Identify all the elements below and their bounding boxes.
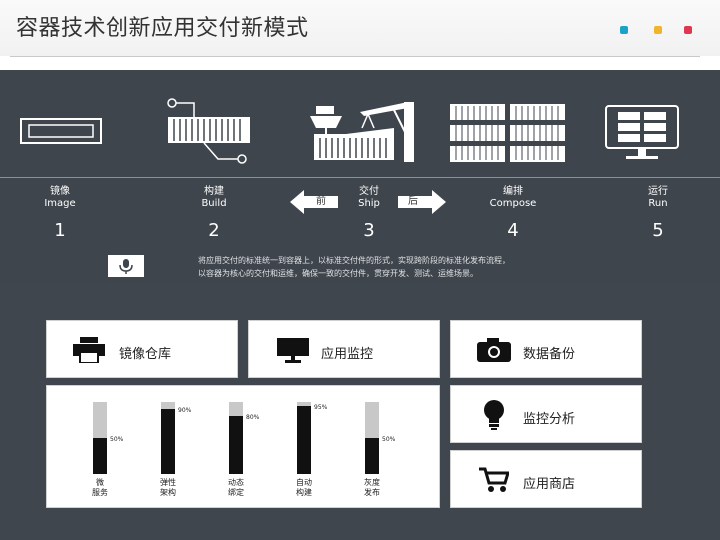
- card-app-store[interactable]: 应用商店: [450, 450, 642, 508]
- bar-fill: [297, 406, 311, 474]
- bar-track: [229, 402, 243, 474]
- bar-value-label: 90%: [178, 407, 192, 414]
- container-build-icon: [167, 98, 250, 164]
- step-label-cn: 构建: [204, 186, 224, 197]
- monitor-run-icon: [605, 105, 679, 159]
- bar-category-label: 弹性 架构: [160, 478, 176, 497]
- bar-track: [93, 402, 107, 474]
- step-label-en: Compose: [489, 198, 537, 209]
- card-image-registry[interactable]: 镜像仓库: [46, 320, 238, 378]
- bar-track: [161, 402, 175, 474]
- page-title: 容器技术创新应用交付新模式: [16, 16, 309, 41]
- step-label-en: Image: [44, 198, 76, 209]
- step-image: 镜像 Image 1: [15, 186, 105, 242]
- shopping-cart-icon: [479, 467, 509, 492]
- bar-value-label: 50%: [110, 436, 124, 443]
- decor-dot-red: [684, 26, 692, 34]
- pipeline-divider: [0, 177, 720, 178]
- title-divider: [10, 56, 700, 57]
- bar-fill: [365, 438, 379, 474]
- description: 将应用交付的标准统一到容器上，以标准交付件的形式，实现跨阶段的标准化发布流程， …: [198, 254, 618, 280]
- bar-fill: [93, 438, 107, 474]
- bar-category-label: 自动 构建: [296, 478, 312, 497]
- printer-icon: [73, 337, 105, 363]
- card-label: 应用商店: [523, 477, 576, 492]
- step-label-en: Build: [201, 198, 227, 209]
- step-label-cn: 运行: [648, 186, 668, 197]
- crane-ship-icon: [310, 102, 414, 162]
- step-build: 构建 Build 2: [169, 186, 259, 242]
- bar-value-label: 50%: [382, 436, 396, 443]
- card-capability-chart: 50% 微服务 90% 弹性 架构 80% 动态 绑定 95% 自动 构建 50% 灰度 发布: [46, 385, 440, 508]
- step-number: 5: [652, 220, 664, 241]
- next-label: 后: [408, 196, 418, 207]
- decor-dot-yellow: [654, 26, 662, 34]
- microphone-icon: [119, 259, 133, 274]
- step-label-cn: 镜像: [50, 186, 70, 197]
- camera-icon: [477, 338, 511, 362]
- decor-dot-cyan: [620, 26, 628, 34]
- prev-label: 前: [316, 196, 326, 207]
- bar-category-label: 微服务: [92, 478, 108, 497]
- card-data-backup[interactable]: 数据备份: [450, 320, 642, 378]
- image-frame-icon: [20, 118, 102, 144]
- step-number: 1: [54, 220, 66, 241]
- bar-fill: [161, 409, 175, 474]
- bar-track: [365, 402, 379, 474]
- card-label: 应用监控: [321, 347, 374, 362]
- card-monitor-analysis[interactable]: 监控分析: [450, 385, 642, 443]
- step-number: 4: [507, 220, 519, 241]
- bar-category-label: 灰度 发布: [364, 478, 380, 497]
- audio-button[interactable]: [108, 255, 144, 277]
- step-run: 运行 Run 5: [613, 186, 703, 242]
- card-label: 监控分析: [523, 412, 576, 427]
- description-line-2: 以容器为核心的交付和运维，确保一致的交付件，贯穿开发、测试、运维场景。: [198, 269, 478, 278]
- bar-category-label: 动态 绑定: [228, 478, 244, 497]
- step-number: 3: [363, 220, 375, 241]
- step-label-en: Run: [648, 198, 668, 209]
- bar-fill: [229, 416, 243, 474]
- description-line-1: 将应用交付的标准统一到容器上，以标准交付件的形式，实现跨阶段的标准化发布流程，: [198, 256, 510, 265]
- bar-value-label: 80%: [246, 414, 260, 421]
- monitor-icon: [277, 338, 309, 363]
- card-label: 数据备份: [523, 347, 576, 362]
- stacked-containers-icon: [450, 104, 565, 162]
- lightbulb-icon: [484, 400, 504, 430]
- card-app-monitor[interactable]: 应用监控: [248, 320, 440, 378]
- bar-value-label: 95%: [314, 404, 328, 411]
- slide: 容器技术创新应用交付新模式 镜像 Image 1 构建 Build 2 交付 S…: [0, 0, 720, 540]
- step-number: 2: [208, 220, 220, 241]
- step-compose: 编排 Compose 4: [468, 186, 558, 242]
- card-label: 镜像仓库: [119, 347, 172, 362]
- bar-track: [297, 402, 311, 474]
- step-label-cn: 编排: [503, 186, 523, 197]
